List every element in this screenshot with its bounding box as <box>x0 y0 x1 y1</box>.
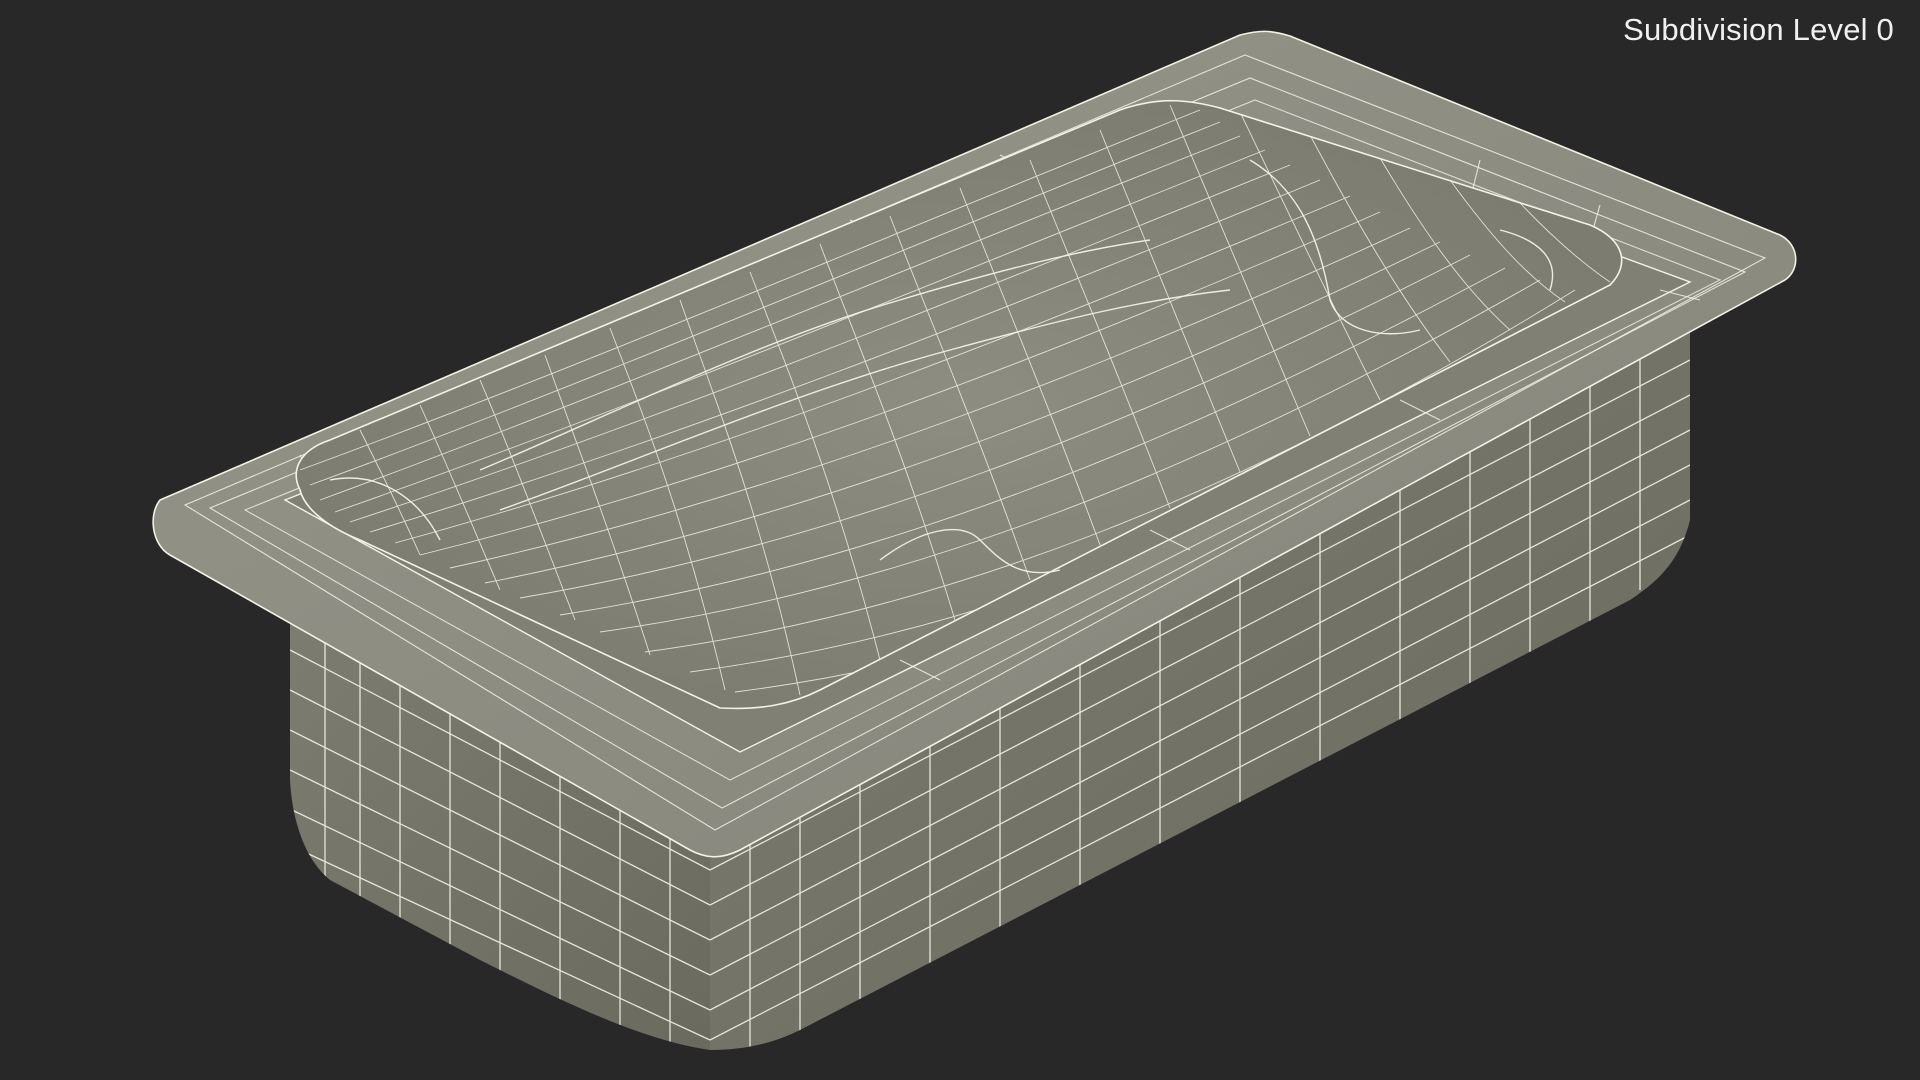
viewport-3d[interactable]: Subdivision Level 0 <box>0 0 1920 1080</box>
bathtub-wireframe-icon <box>152 30 1797 1050</box>
